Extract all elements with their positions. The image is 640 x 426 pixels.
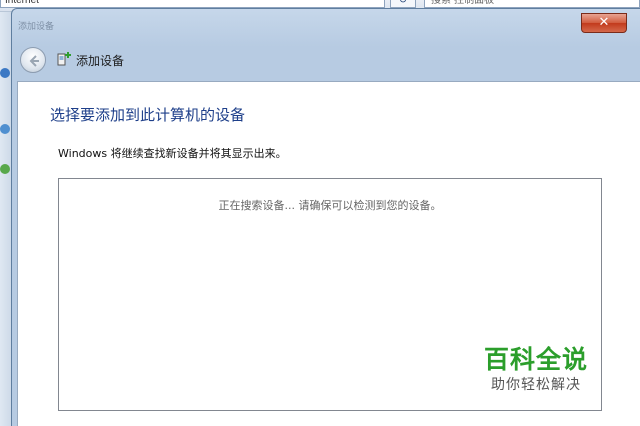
searching-status: 正在搜索设备... 请确保可以检测到您的设备。 (218, 199, 442, 212)
close-icon: ✕ (598, 15, 610, 30)
background-address-bar[interactable]: Internet (0, 0, 385, 8)
add-device-icon (57, 52, 71, 66)
background-refresh-button[interactable]: ↻ (390, 0, 416, 8)
back-arrow-icon (29, 55, 39, 67)
background-search-box[interactable]: 搜索 控制面板 (424, 0, 640, 8)
homegroup-icon (0, 164, 10, 174)
page-heading: 选择要添加到此计算机的设备 (50, 106, 246, 124)
dialog-titlebar-text: 添加设备 (18, 22, 55, 32)
wizard-title: 添加设备 (76, 54, 125, 68)
instruction-text: Windows 将继续查找新设备并将其显示出来。 (58, 147, 287, 160)
network-icon (0, 68, 10, 78)
computer-icon (0, 124, 10, 134)
watermark-title: 百科全说 (483, 345, 588, 374)
close-button[interactable]: ✕ (581, 13, 627, 33)
back-button[interactable] (20, 47, 46, 73)
dialog-titlebar: 添加设备 ✕ (12, 9, 640, 39)
watermark-subtitle: 助你轻松解决 (491, 377, 581, 393)
refresh-icon: ↻ (398, 0, 408, 6)
watermark: 百科全说 助你轻松解决 (476, 338, 596, 398)
wizard-nav-bar: 添加设备 (12, 39, 640, 81)
